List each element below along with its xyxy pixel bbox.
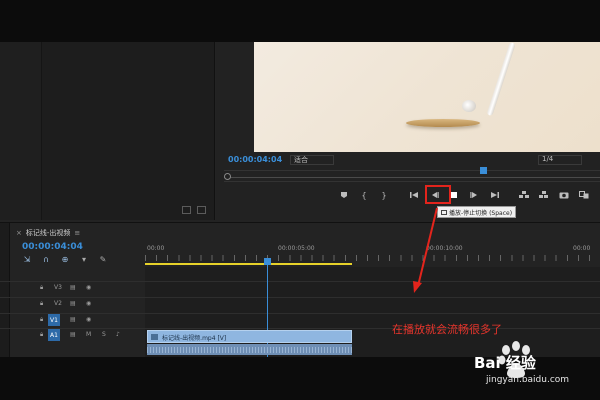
screenshot-frame: 00:00:04:04 适合 1/4 { } 播放-停止切换 (Space) ×… bbox=[0, 0, 600, 400]
annotation-text: 在播放就会流畅很多了 bbox=[392, 323, 502, 336]
watermark-url: jingyan.baidu.com bbox=[486, 375, 570, 385]
watermark-brand: Bai 经验 bbox=[474, 354, 536, 372]
